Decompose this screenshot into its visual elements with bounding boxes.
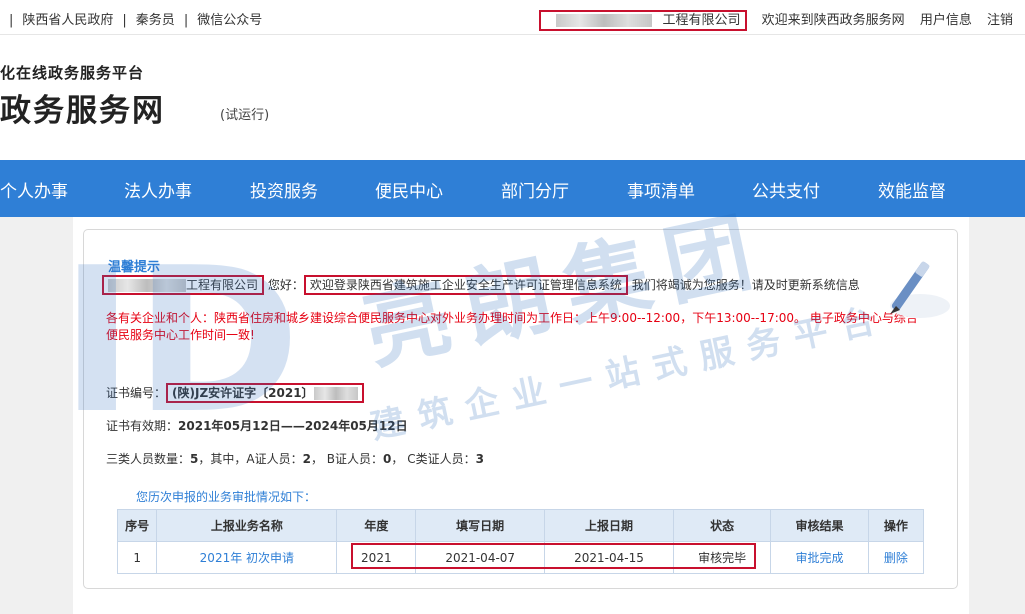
nav-item-personal[interactable]: 个人办事 <box>0 177 68 202</box>
cert-number-line: 证书编号： (陕)JZ安许证字〔2021〕 <box>106 383 364 403</box>
nav-item-convenience[interactable]: 便民中心 <box>375 177 443 202</box>
link-wechat[interactable]: 微信公众号 <box>197 13 262 28</box>
site-header: 化在线政务服务平台 政务服务网 (试运行) <box>0 35 1025 160</box>
redacted-text <box>108 279 186 292</box>
separator: | <box>9 13 14 28</box>
nav-item-public-payment[interactable]: 公共支付 <box>752 177 820 202</box>
col-status: 状态 <box>672 509 772 542</box>
col-year: 年度 <box>336 509 417 542</box>
logo-subtitle: 化在线政务服务平台 <box>0 64 145 82</box>
separator: | <box>122 13 127 28</box>
col-result: 审核结果 <box>770 509 869 542</box>
user-area: 工程有限公司 欢迎来到陕西政务服务网 用户信息 注销 <box>528 9 1013 31</box>
logout-link[interactable]: 注销 <box>987 13 1013 28</box>
trial-label: (试运行) <box>220 108 270 123</box>
cell-year: 2021 <box>336 541 417 574</box>
cell-result-link[interactable]: 审批完成 <box>770 541 869 574</box>
system-welcome-text: 欢迎登录陕西省建筑施工企业安全生产许可证管理信息系统 <box>309 278 622 292</box>
validity-label: 证书有效期： <box>106 419 179 433</box>
nav-item-item-list[interactable]: 事项清单 <box>627 177 695 202</box>
col-business-name: 上报业务名称 <box>156 509 338 542</box>
cert-label: 证书编号： <box>106 386 167 400</box>
company-suffix: 工程有限公司 <box>662 13 741 28</box>
system-welcome-highlight: 欢迎登录陕西省建筑施工企业安全生产许可证管理信息系统 <box>303 275 628 295</box>
col-report-date: 上报日期 <box>544 509 674 542</box>
staff-label: 三类人员数量： <box>106 452 191 466</box>
nav-item-legal-person[interactable]: 法人办事 <box>124 177 192 202</box>
nav-item-efficiency[interactable]: 效能监督 <box>878 177 946 202</box>
staff-count-line: 三类人员数量：5，其中，A证人员：2， B证人员：0， C类证人员：3 <box>106 450 484 467</box>
cell-fill-date: 2021-04-07 <box>415 541 546 574</box>
welcome-text: 欢迎来到陕西政务服务网 <box>761 13 905 28</box>
link-qinwuyuan[interactable]: 秦务员 <box>136 13 175 28</box>
col-index: 序号 <box>116 509 158 542</box>
staff-c-label: ， C类证人员： <box>391 452 476 466</box>
cell-status: 审核完毕 <box>672 541 772 574</box>
greeting: 您好： <box>267 278 304 292</box>
user-info-link[interactable]: 用户信息 <box>920 13 972 28</box>
info-panel: 温馨提示 工程有限公司 您好： 欢迎登录陕西省建筑施工企业安全生产许可证管理信息系… <box>83 229 958 589</box>
separator: | <box>183 13 189 28</box>
table-row: 1 2021年 初次申请 2021 2021-04-07 2021-04-15 … <box>116 541 925 574</box>
main-nav: 个人办事 法人办事 投资服务 便民中心 部门分厅 事项清单 公共支付 效能监督 <box>0 160 1025 217</box>
redacted-text <box>313 387 358 400</box>
company-suffix: 工程有限公司 <box>186 278 259 292</box>
col-fill-date: 填写日期 <box>415 509 546 542</box>
cert-number-highlight: (陕)JZ安许证字〔2021〕 <box>166 383 364 403</box>
approval-table: 序号 上报业务名称 年度 填写日期 上报日期 状态 审核结果 操作 1 2021… <box>116 509 925 574</box>
cell-index: 1 <box>116 541 158 574</box>
history-caption: 您历次申报的业务审批情况如下： <box>136 490 317 504</box>
nav-item-departments[interactable]: 部门分厅 <box>501 177 569 202</box>
staff-c: 3 <box>475 452 484 466</box>
cell-report-date: 2021-04-15 <box>544 541 674 574</box>
service-message: 我们将竭诚为您服务！请及时更新系统信息 <box>631 278 860 292</box>
staff-b-label: ， B证人员： <box>310 452 384 466</box>
validity-line: 证书有效期：2021年05月12日——2024年05月12日 <box>106 417 408 434</box>
table-header-row: 序号 上报业务名称 年度 填写日期 上报日期 状态 审核结果 操作 <box>116 509 925 542</box>
nav-item-investment[interactable]: 投资服务 <box>250 177 318 202</box>
delete-link[interactable]: 删除 <box>867 541 925 574</box>
col-action: 操作 <box>867 509 925 542</box>
staff-a: 2 <box>302 452 311 466</box>
top-bar: | 陕西省人民政府 | 秦务员 | 微信公众号 工程有限公司 欢迎来到陕西政务服务网 用户… <box>0 0 1025 35</box>
notice-text: 各有关企业和个人：陕西省住房和城乡建设综合便民服务中心对外业务办理时间为工作日：… <box>106 311 918 342</box>
company-name-highlight: 工程有限公司 <box>102 275 265 295</box>
welcome-line: 工程有限公司 您好： 欢迎登录陕西省建筑施工企业安全生产许可证管理信息系统 我们将… <box>102 275 860 295</box>
validity-value: 2021年05月12日——2024年05月12日 <box>178 419 408 433</box>
redacted-text <box>555 14 652 27</box>
pen-icon <box>890 261 950 318</box>
cell-business-name[interactable]: 2021年 初次申请 <box>156 541 338 574</box>
tip-title: 温馨提示 <box>108 260 161 275</box>
link-shaanxi-gov[interactable]: 陕西省人民政府 <box>22 13 113 28</box>
logo-title[interactable]: 政务服务网 <box>0 85 165 130</box>
company-name-highlight: 工程有限公司 <box>538 10 747 31</box>
cert-number: (陕)JZ安许证字〔2021〕 <box>172 386 314 400</box>
staff-a-label: ，其中，A证人员： <box>198 452 303 466</box>
top-links: | 陕西省人民政府 | 秦务员 | 微信公众号 <box>0 9 262 28</box>
